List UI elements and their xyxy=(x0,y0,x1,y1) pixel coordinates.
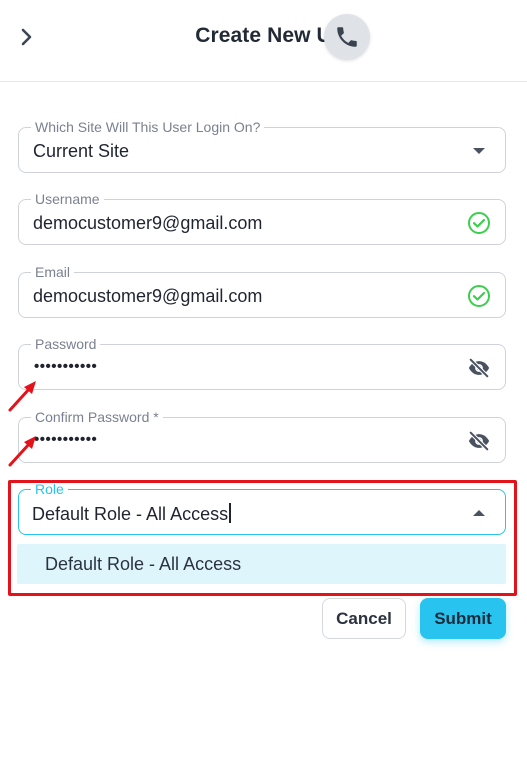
call-button[interactable] xyxy=(324,14,370,60)
cancel-button[interactable]: Cancel xyxy=(322,598,406,639)
username-label: Username xyxy=(31,191,104,207)
email-label: Email xyxy=(31,264,75,280)
site-select[interactable]: Which Site Will This User Login On? Curr… xyxy=(18,119,506,173)
eye-off-icon[interactable] xyxy=(467,429,491,453)
confirm-password-label: Confirm Password * xyxy=(31,409,163,425)
password-field[interactable]: Password ••••••••••• xyxy=(18,336,506,390)
check-circle-icon xyxy=(467,211,491,235)
username-value: democustomer9@gmail.com xyxy=(33,213,263,233)
check-circle-icon xyxy=(467,284,491,308)
confirm-password-value: ••••••••••• xyxy=(34,431,98,448)
caret-down-icon[interactable] xyxy=(467,139,491,163)
eye-off-icon[interactable] xyxy=(467,356,491,380)
username-field[interactable]: Username democustomer9@gmail.com xyxy=(18,191,506,245)
phone-icon xyxy=(337,27,357,47)
page-title: Create New U xyxy=(195,24,332,47)
annotation-arrow-icon xyxy=(8,436,36,467)
site-select-label: Which Site Will This User Login On? xyxy=(31,119,265,135)
annotation-arrow-icon xyxy=(8,381,36,412)
page-header: Create New U xyxy=(0,0,527,82)
password-value: ••••••••••• xyxy=(34,358,98,375)
annotation-highlight-box xyxy=(8,480,517,596)
site-select-value: Current Site xyxy=(33,141,130,161)
email-value: democustomer9@gmail.com xyxy=(33,286,263,306)
submit-button[interactable]: Submit xyxy=(420,598,506,639)
email-field[interactable]: Email democustomer9@gmail.com xyxy=(18,264,506,318)
password-label: Password xyxy=(31,336,101,352)
confirm-password-field[interactable]: Confirm Password * ••••••••••• xyxy=(18,409,506,463)
